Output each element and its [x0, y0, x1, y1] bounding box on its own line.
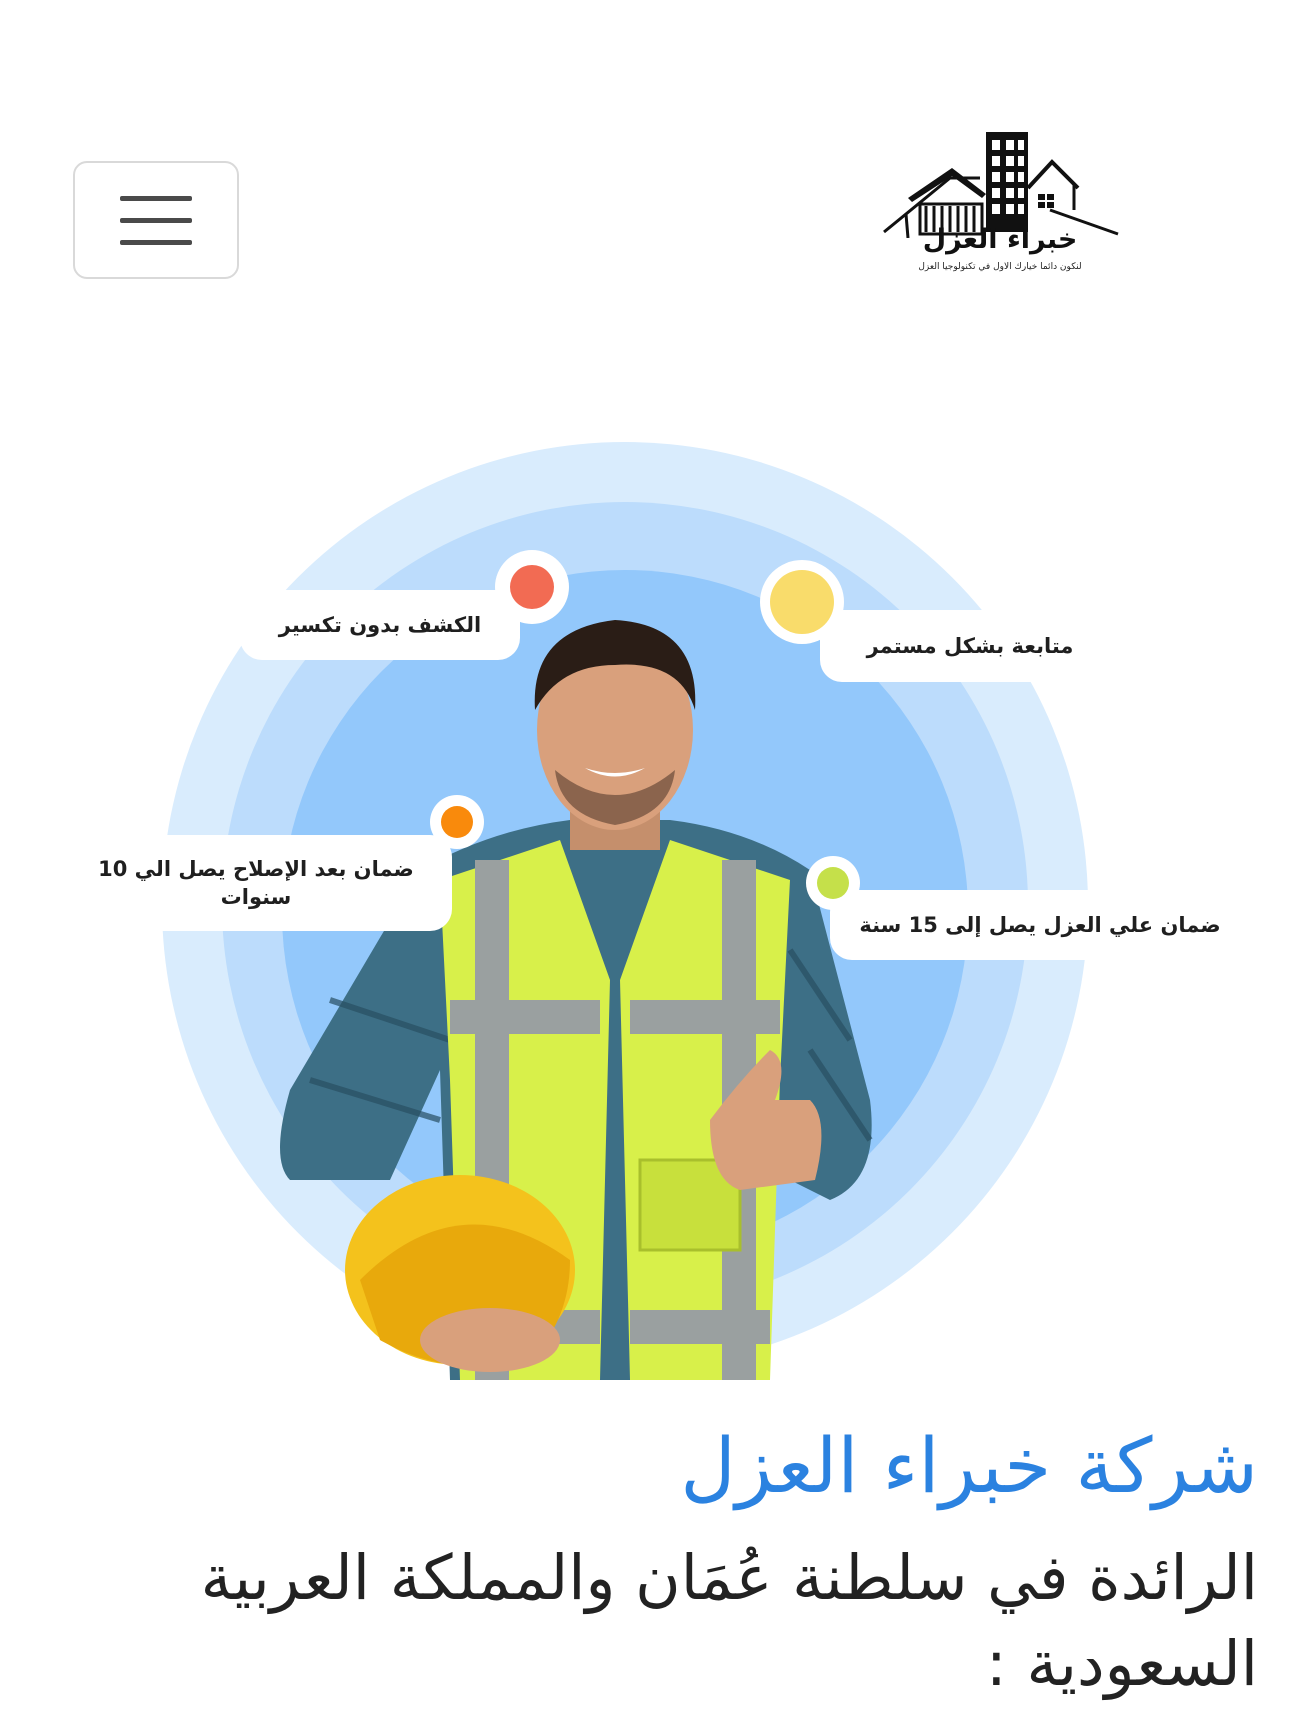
menu-button[interactable] [73, 161, 239, 279]
page-subtitle: الرائدة في سلطنة عُمَان والمملكة العربية… [200, 1541, 1258, 1700]
feature-label: ضمان بعد الإصلاح يصل الي 10 سنوات [98, 856, 414, 909]
logo[interactable]: خبراء العزل لنكون دائما خيارك الاول في ت… [880, 128, 1120, 278]
feature-dot-inspection [495, 550, 569, 624]
feature-label: ضمان علي العزل يصل إلى 15 سنة [859, 912, 1221, 937]
logo-tagline: لنكون دائما خيارك الاول في تكنولوجيا الع… [918, 262, 1082, 272]
house-building-logo-icon [883, 132, 1119, 238]
feature-badge-followup: متابعة بشكل مستمر [820, 610, 1120, 682]
feature-badge-repair-warranty: ضمان بعد الإصلاح يصل الي 10 سنوات [60, 835, 452, 931]
feature-dot-insulation-warranty [806, 856, 860, 910]
feature-label: الكشف بدون تكسير [278, 612, 482, 637]
feature-dot-followup [760, 560, 844, 644]
feature-badge-inspection: الكشف بدون تكسير [240, 590, 520, 660]
feature-badge-insulation-warranty: ضمان علي العزل يصل إلى 15 سنة [830, 890, 1250, 960]
hero-illustration: الكشف بدون تكسير متابعة بشكل مستمر ضمان … [0, 430, 1290, 1380]
feature-label: متابعة بشكل مستمر [866, 633, 1074, 658]
hamburger-bar [120, 217, 192, 223]
hamburger-menu-icon [120, 195, 192, 201]
worker-image [280, 620, 873, 1380]
logo-name: خبراء العزل [922, 224, 1078, 255]
page-title: شركة خبراء العزل [680, 1421, 1258, 1510]
feature-dot-repair-warranty [430, 795, 484, 849]
hamburger-bar [120, 239, 192, 245]
